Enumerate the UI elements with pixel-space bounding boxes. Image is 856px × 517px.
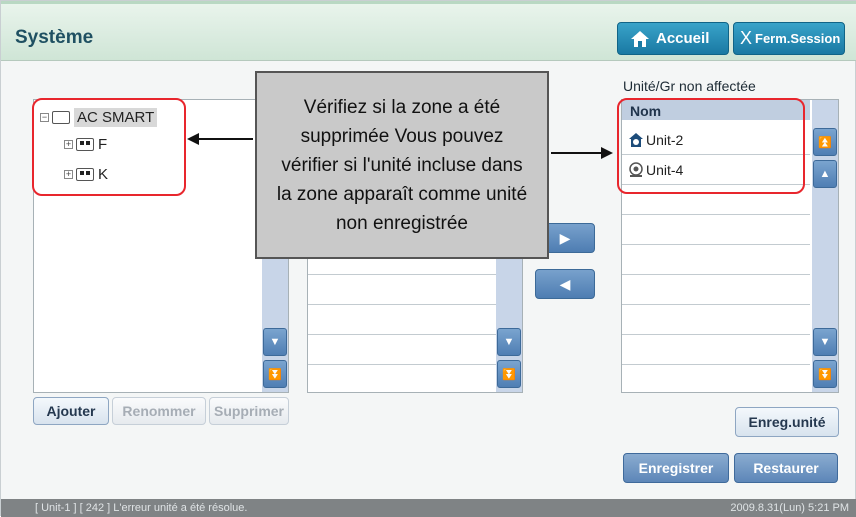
add-button[interactable]: Ajouter xyxy=(33,397,109,425)
home-icon xyxy=(631,30,649,47)
restore-button[interactable]: Restaurer xyxy=(734,453,838,483)
status-time: 2009.8.31(Lun) 5:21 PM xyxy=(730,502,849,514)
logout-label: Ferm.Session xyxy=(755,31,841,46)
rename-button[interactable]: Renommer xyxy=(112,397,206,425)
header-bar: Système Accueil X Ferm.Session xyxy=(1,1,856,61)
row-divider xyxy=(308,334,496,335)
scroll-up-icon[interactable]: ▲ xyxy=(813,160,837,188)
scroll-bottom-icon[interactable]: ⏬ xyxy=(497,360,521,388)
move-left-button[interactable]: ◀ xyxy=(535,269,595,299)
chevron-right-icon: ▶ xyxy=(559,229,571,246)
callout-line: vérifier si l'unité incluse dans xyxy=(281,154,523,176)
callout-line: non enregistrée xyxy=(335,212,469,234)
unassigned-highlight xyxy=(617,98,805,194)
row-divider xyxy=(622,364,810,365)
row-divider xyxy=(308,304,496,305)
scroll-down-icon[interactable]: ▼ xyxy=(263,328,287,356)
row-divider xyxy=(622,274,810,275)
page-title: Système xyxy=(15,27,94,48)
close-icon: X xyxy=(740,28,753,48)
scroll-top-icon[interactable]: ⏫ xyxy=(813,128,837,156)
status-bar: [ Unit-1 ] [ 242 ] L'erreur unité a été … xyxy=(1,499,856,517)
scroll-down-icon[interactable]: ▼ xyxy=(497,328,521,356)
row-divider xyxy=(622,214,810,215)
home-label: Accueil xyxy=(656,30,710,47)
callout-line: supprimée Vous pouvez xyxy=(300,125,504,147)
chevron-left-icon: ◀ xyxy=(559,275,571,292)
logout-button[interactable]: X Ferm.Session xyxy=(733,22,845,55)
status-message: [ Unit-1 ] [ 242 ] L'erreur unité a été … xyxy=(35,502,248,514)
window: Système Accueil X Ferm.Session − AC SMAR… xyxy=(0,0,856,517)
tree-highlight xyxy=(32,98,186,196)
row-divider xyxy=(622,304,810,305)
delete-button[interactable]: Supprimer xyxy=(209,397,289,425)
callout-line: la zone apparaît comme unité xyxy=(276,183,528,205)
unassigned-scrollbar[interactable]: ⏫ ▲ ▼ ⏬ xyxy=(812,100,838,392)
row-divider xyxy=(308,274,496,275)
callout-line: Vérifiez si la zone a été xyxy=(303,96,501,118)
row-divider xyxy=(622,244,810,245)
save-button[interactable]: Enregistrer xyxy=(623,453,729,483)
row-divider xyxy=(308,364,496,365)
unassigned-title: Unité/Gr non affectée xyxy=(623,78,756,94)
save-unit-button[interactable]: Enreg.unité xyxy=(735,407,839,437)
row-divider xyxy=(622,334,810,335)
home-button[interactable]: Accueil xyxy=(617,22,729,55)
scroll-down-icon[interactable]: ▼ xyxy=(813,328,837,356)
annotation-callout: Vérifiez si la zone a été supprimée Vous… xyxy=(255,71,549,259)
scroll-bottom-icon[interactable]: ⏬ xyxy=(263,360,287,388)
scroll-bottom-icon[interactable]: ⏬ xyxy=(813,360,837,388)
